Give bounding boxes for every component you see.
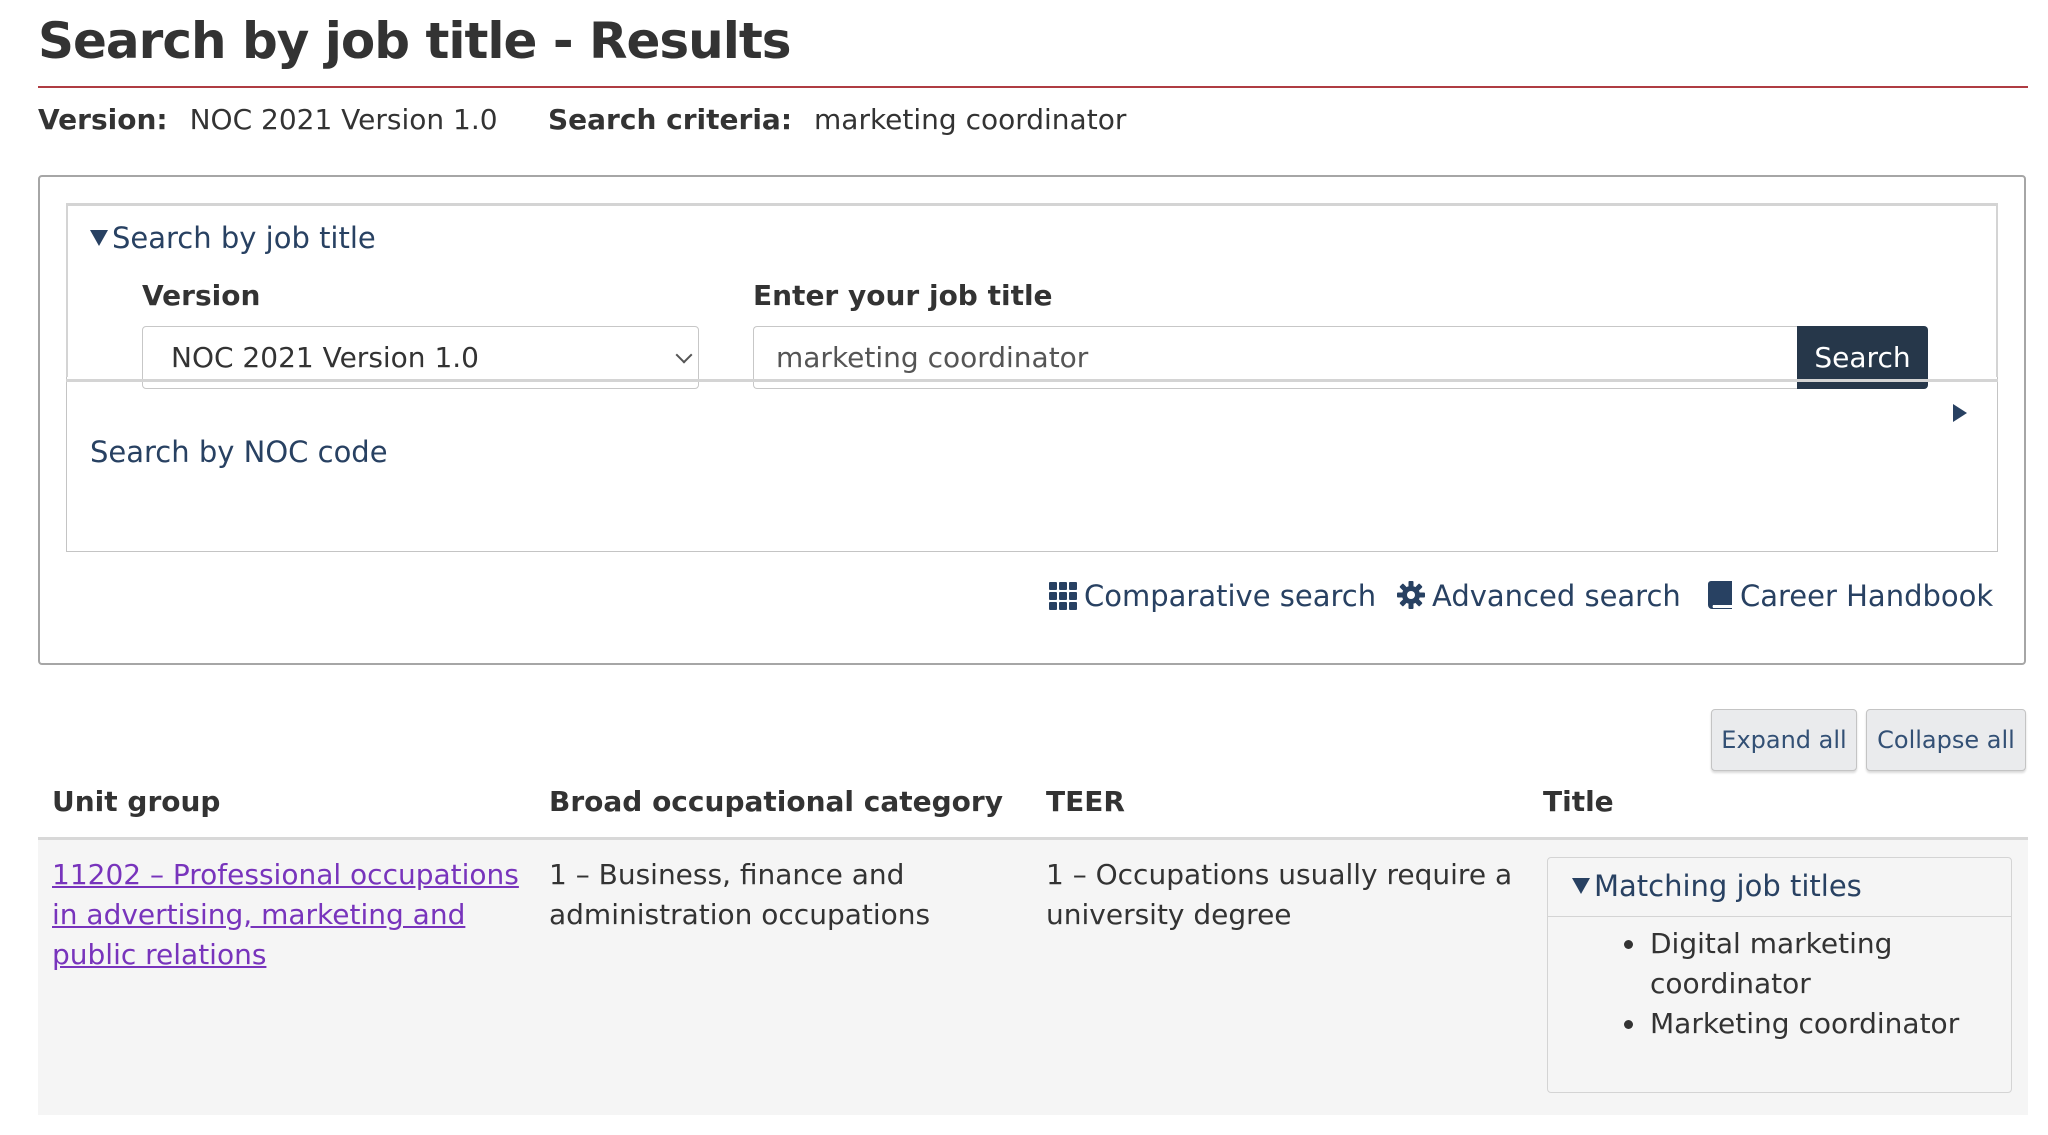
unit-group-link[interactable]: 11202 – Professional occupations in adve… xyxy=(52,858,519,971)
matching-titles-divider xyxy=(1548,916,2011,917)
criteria-meta: Search criteria: marketing coordinator xyxy=(548,100,1126,140)
header-title: Title xyxy=(1543,785,1614,818)
matching-titles-summary[interactable]: Matching job titles xyxy=(1572,866,1862,906)
gear-icon xyxy=(1397,581,1425,609)
teer-cell: 1 – Occupations usually require a univer… xyxy=(1046,858,1513,931)
broad-category-cell: 1 – Business, finance and administration… xyxy=(549,858,931,931)
matching-titles-list: Digital marketing coordinator Marketing … xyxy=(1548,924,2008,1044)
book-icon xyxy=(1708,581,1732,609)
title-underline xyxy=(38,86,2028,88)
expand-all-button[interactable]: Expand all xyxy=(1711,709,1857,771)
advanced-search-label: Advanced search xyxy=(1432,579,1681,613)
advanced-search-link[interactable]: Advanced search xyxy=(1396,576,1681,616)
unit-group-cell: 11202 – Professional occupations in adve… xyxy=(52,855,532,975)
comparative-search-link[interactable]: Comparative search xyxy=(1048,576,1376,616)
noc-code-summary[interactable]: Search by NOC code xyxy=(90,432,388,472)
header-unit-group: Unit group xyxy=(52,785,221,818)
header-broad-category: Broad occupational category xyxy=(549,785,1003,818)
collapse-all-button[interactable]: Collapse all xyxy=(1866,709,2026,771)
version-meta-value: NOC 2021 Version 1.0 xyxy=(189,103,498,136)
version-meta-label: Version: xyxy=(38,103,168,136)
career-handbook-link[interactable]: Career Handbook xyxy=(1706,576,1993,616)
matching-titles-summary-label: Matching job titles xyxy=(1594,869,1862,903)
criteria-meta-value: marketing coordinator xyxy=(814,103,1127,136)
list-item: Digital marketing coordinator xyxy=(1648,924,2008,1004)
job-title-label: Enter your job title xyxy=(753,279,1053,312)
caret-down-icon xyxy=(90,230,108,246)
page: Search by job title - Results Version: NO… xyxy=(0,0,2048,1135)
criteria-meta-label: Search criteria: xyxy=(548,103,793,136)
header-teer: TEER xyxy=(1046,785,1125,818)
caret-right-icon[interactable] xyxy=(1953,404,1967,422)
details-divider xyxy=(66,379,1998,382)
page-title: Search by job title - Results xyxy=(38,12,792,70)
matching-titles-details: Matching job titles Digital marketing co… xyxy=(1547,857,2012,1093)
list-item: Marketing coordinator xyxy=(1648,1004,2008,1044)
job-title-summary-label: Search by job title xyxy=(112,221,376,255)
caret-down-icon xyxy=(1572,878,1590,894)
version-meta: Version: NOC 2021 Version 1.0 xyxy=(38,100,498,140)
career-handbook-label: Career Handbook xyxy=(1740,579,1994,613)
version-label: Version xyxy=(142,279,261,312)
chevron-down-icon xyxy=(675,346,693,364)
job-title-summary[interactable]: Search by job title xyxy=(90,218,376,258)
comparative-search-label: Comparative search xyxy=(1084,579,1377,613)
version-select-value: NOC 2021 Version 1.0 xyxy=(171,341,479,374)
grid-icon xyxy=(1049,582,1077,610)
